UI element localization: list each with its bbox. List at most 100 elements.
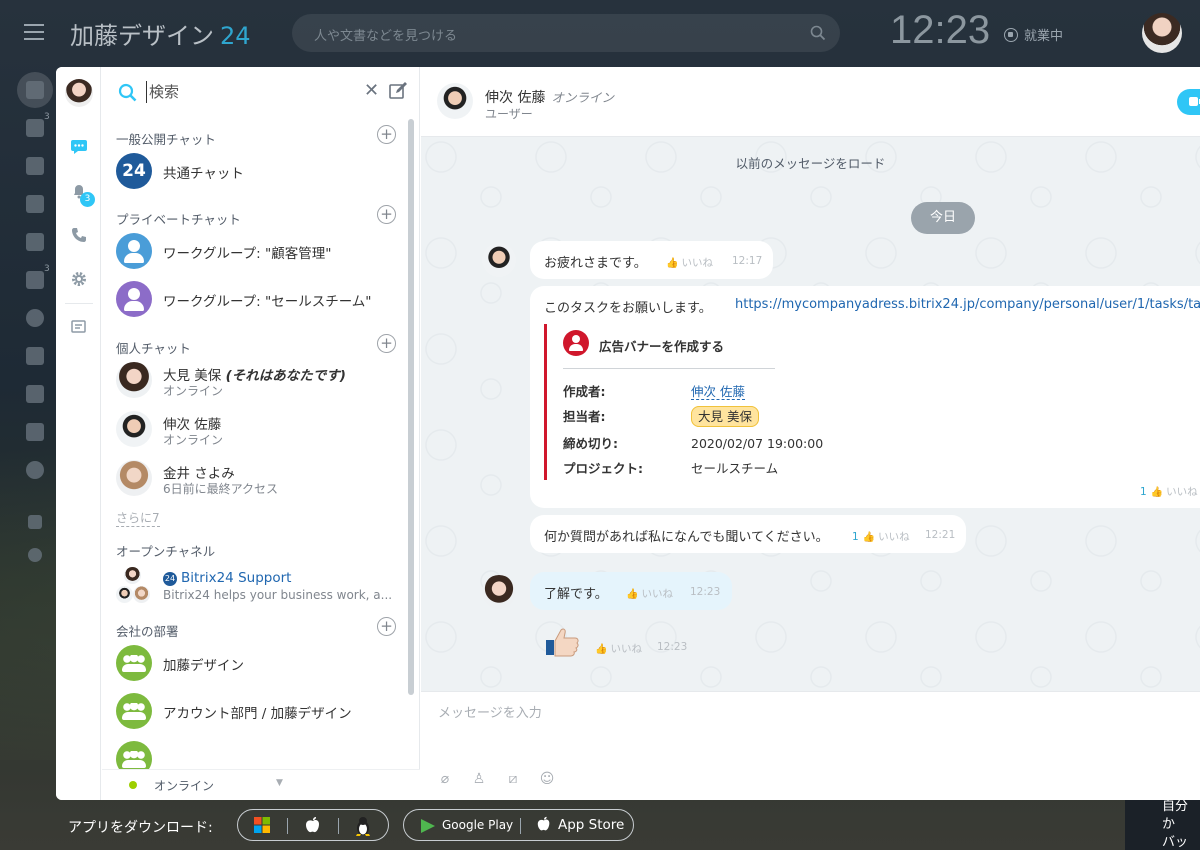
message-bubble-mine: 了解です。 👍 いいね 12:23 bbox=[530, 572, 732, 610]
show-more-link[interactable]: さらに7 bbox=[116, 509, 160, 527]
section-open-label: オープンチャネル bbox=[116, 544, 216, 559]
task-title[interactable]: 広告バナーを作成する bbox=[599, 336, 724, 355]
user-status: オンライン bbox=[163, 433, 224, 447]
list-item-public-chat[interactable]: 24 共通チャット bbox=[116, 149, 396, 193]
support-operators-avatar bbox=[116, 566, 156, 606]
task-creator-link[interactable]: 伸次 佐藤 bbox=[691, 384, 745, 400]
dialog-user-avatar[interactable] bbox=[437, 83, 473, 119]
video-call-button[interactable] bbox=[1177, 89, 1200, 115]
filter-icon[interactable] bbox=[26, 347, 44, 365]
chat-dialog: 伸次 佐藤 オンライン ユーザー 以前のメッセージをロード 今日 お疲れさまです。… bbox=[421, 67, 1200, 800]
list-item-workgroup-crm[interactable]: ワークグループ: "顧客管理" bbox=[116, 229, 396, 273]
chat-bubble-icon[interactable] bbox=[69, 137, 89, 157]
section-personal: 個人チャット + bbox=[116, 334, 396, 357]
list-item-workgroup-sales[interactable]: ワークグループ: "セールスチーム" bbox=[116, 277, 396, 321]
sender-avatar[interactable] bbox=[482, 243, 516, 277]
user-status: オンライン bbox=[163, 384, 224, 398]
bitrix24-badge: 24 bbox=[163, 572, 177, 586]
like-button[interactable]: 👍 いいね bbox=[666, 255, 713, 270]
task-link[interactable]: https://mycompanyadress.bitrix24.jp/comp… bbox=[735, 297, 1200, 312]
emoji-icon[interactable]: ☺ bbox=[539, 771, 555, 787]
company-logo[interactable]: 加藤デザイン 24 bbox=[70, 16, 251, 51]
settings-gear-icon[interactable] bbox=[69, 269, 89, 289]
apple-icon[interactable] bbox=[303, 816, 323, 836]
recent-list-icon[interactable] bbox=[69, 317, 89, 337]
like-button[interactable]: 👍 いいね bbox=[626, 586, 673, 601]
like-button[interactable]: 👍 いいね bbox=[595, 641, 642, 656]
my-status-selector[interactable]: オンライン ▼ bbox=[102, 769, 420, 800]
dialog-user-name[interactable]: 伸次 佐藤 bbox=[485, 90, 545, 106]
feed-icon[interactable] bbox=[26, 81, 44, 99]
add-department-chat-button[interactable]: + bbox=[377, 617, 396, 636]
messenger-mini-nav: 3 bbox=[56, 67, 101, 800]
calendar-icon[interactable] bbox=[26, 271, 44, 289]
attach-file-icon[interactable]: ⌀ bbox=[437, 771, 453, 787]
list-item-user-kanai[interactable]: 金井 さよみ 6日前に最終アクセス bbox=[116, 456, 396, 500]
phone-icon[interactable] bbox=[69, 225, 89, 245]
global-search-input[interactable]: 人や文書などを見つける bbox=[292, 14, 840, 52]
add-private-chat-button[interactable]: + bbox=[377, 205, 396, 224]
list-item-title: 共通チャット bbox=[163, 166, 244, 182]
online-dot bbox=[129, 781, 137, 789]
divider bbox=[338, 818, 339, 834]
message-time: 12:23 bbox=[690, 586, 721, 598]
task-card[interactable]: 広告バナーを作成する 作成者: 伸次 佐藤 担当者: 大見 美保 締め切り: 2020… bbox=[544, 324, 823, 480]
search-icon[interactable] bbox=[810, 25, 826, 41]
channel-subtitle: Bitrix24 helps your business work, a... bbox=[163, 588, 393, 602]
list-item-user-oomi[interactable]: 大見 美保 (それはあなたです) オンライン bbox=[116, 358, 396, 402]
groups-icon[interactable] bbox=[26, 195, 44, 213]
company-name: 加藤デザイン bbox=[70, 22, 214, 50]
chat-search-input[interactable] bbox=[146, 81, 346, 103]
message-bubble-task: このタスクをお願いします。 https://mycompanyadress.bi… bbox=[530, 286, 1200, 508]
load-previous-messages[interactable]: 以前のメッセージをロード bbox=[421, 153, 1200, 172]
app-store-link[interactable]: App Store bbox=[558, 817, 624, 833]
menu-icon[interactable] bbox=[24, 24, 44, 40]
work-status-button[interactable]: 就業中 bbox=[1004, 25, 1063, 44]
my-avatar[interactable] bbox=[65, 79, 93, 107]
department-avatar-icon bbox=[116, 645, 152, 681]
app-sidebar: 3 3 bbox=[0, 66, 58, 586]
background-widget-line: バック bbox=[1162, 835, 1189, 850]
like-button[interactable]: 1 👍 いいね bbox=[852, 529, 910, 544]
drive-icon[interactable] bbox=[26, 233, 44, 251]
message-bubble: お疲れさまです。 👍 いいね 12:17 bbox=[530, 241, 773, 279]
task-assignee-tag[interactable]: 大見 美保 bbox=[691, 406, 759, 427]
linux-icon[interactable] bbox=[353, 816, 373, 836]
like-button[interactable]: 1 👍 いいね bbox=[1140, 484, 1198, 499]
window-icon[interactable] bbox=[26, 385, 44, 403]
more-chevron-icon[interactable] bbox=[26, 461, 44, 479]
like-label: いいね bbox=[1166, 486, 1198, 498]
list-item-user-sato[interactable]: 伸次 佐藤 オンライン bbox=[116, 407, 396, 451]
new-chat-edit-icon[interactable] bbox=[388, 81, 408, 101]
contact-card-icon[interactable] bbox=[26, 423, 44, 441]
list-item-bitrix24-support[interactable]: 24 Bitrix24 Support Bitrix24 helps your b… bbox=[116, 564, 396, 608]
message-input-area[interactable]: メッセージを入力 ⌀ ♙ ⧄ ☺ bbox=[421, 691, 1200, 800]
settings-icon[interactable] bbox=[28, 548, 42, 562]
windows-icon[interactable] bbox=[252, 816, 272, 836]
channel-title: Bitrix24 Support bbox=[181, 570, 292, 586]
slash-command-icon[interactable]: ⧄ bbox=[505, 771, 521, 787]
structure-icon[interactable] bbox=[28, 515, 42, 529]
thumbs-up-sticker bbox=[546, 628, 579, 657]
tasks-badge: 3 bbox=[44, 112, 50, 122]
add-personal-chat-button[interactable]: + bbox=[377, 334, 396, 353]
stop-icon bbox=[1004, 27, 1018, 42]
clear-search-icon[interactable]: ✕ bbox=[364, 80, 379, 101]
list-item-dept-kato[interactable]: 加藤デザイン bbox=[116, 641, 396, 685]
message-input-placeholder: メッセージを入力 bbox=[438, 706, 542, 721]
list-item-dept-accounting[interactable]: アカウント部門 / 加藤デザイン bbox=[116, 689, 396, 733]
department-avatar-icon bbox=[116, 693, 152, 729]
my-message-avatar[interactable] bbox=[482, 575, 516, 609]
list-item-dept-partial[interactable] bbox=[116, 737, 396, 769]
tasks-icon[interactable] bbox=[26, 119, 44, 137]
google-play-link[interactable]: Google Play bbox=[442, 818, 513, 832]
google-play-icon[interactable] bbox=[421, 819, 435, 833]
chat-icon[interactable] bbox=[26, 157, 44, 175]
add-public-chat-button[interactable]: + bbox=[377, 125, 396, 144]
clock-icon[interactable] bbox=[26, 309, 44, 327]
divider bbox=[287, 818, 288, 834]
mention-user-icon[interactable]: ♙ bbox=[471, 771, 487, 787]
apple-icon[interactable] bbox=[536, 815, 552, 837]
like-count: 1 bbox=[852, 531, 859, 543]
user-avatar[interactable] bbox=[1142, 13, 1182, 53]
